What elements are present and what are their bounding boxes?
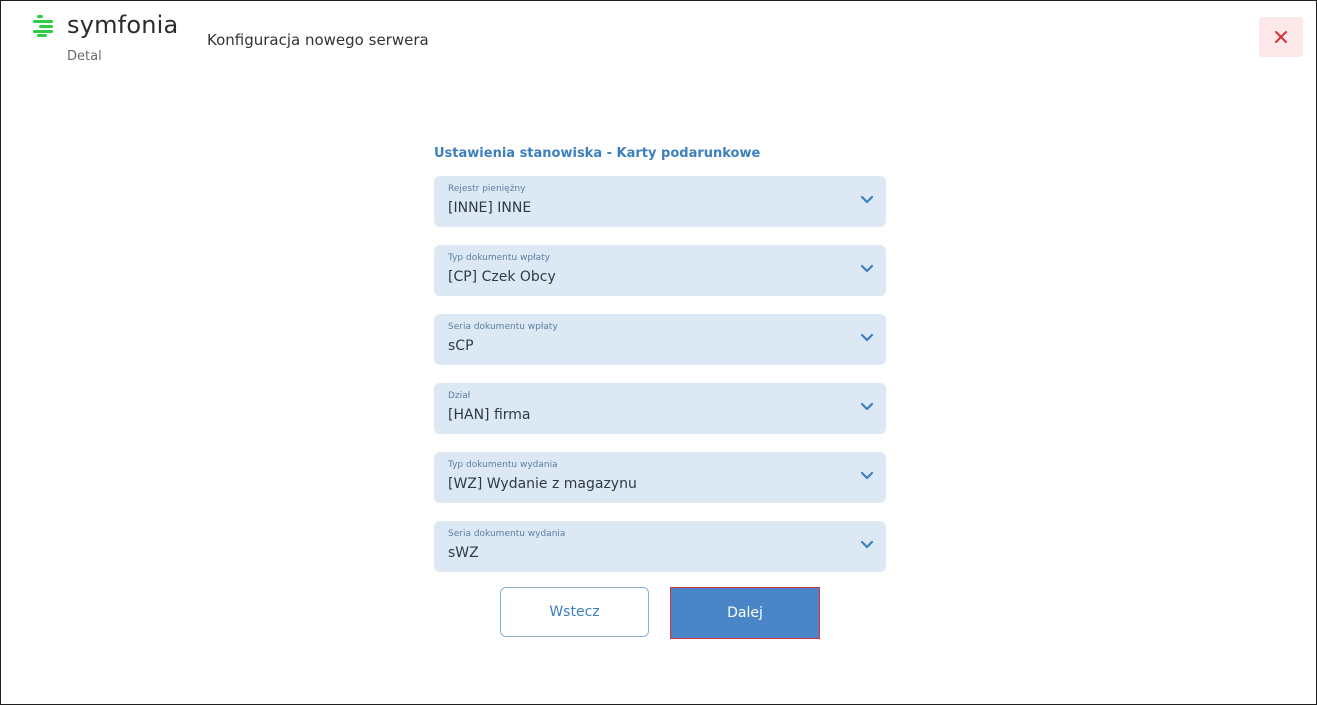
field-value: [CP] Czek Obcy [448, 269, 556, 285]
issue-document-series-select[interactable]: Seria dokumentu wydania sWZ [434, 521, 886, 572]
close-icon [1275, 31, 1287, 43]
field-label: Seria dokumentu wpłaty [448, 322, 558, 332]
form-title: Ustawienia stanowiska - Karty podarunkow… [434, 146, 761, 161]
field-label: Seria dokumentu wydania [448, 529, 566, 539]
chevron-down-icon [860, 402, 874, 411]
cash-register-select[interactable]: Rejestr pieniężny [INNE] INNE [434, 176, 886, 227]
field-value: sWZ [448, 545, 479, 561]
field-value: [INNE] INNE [448, 200, 532, 216]
chevron-down-icon [860, 264, 874, 273]
logo-subtitle: Detal [67, 49, 102, 64]
chevron-down-icon [860, 195, 874, 204]
field-label: Typ dokumentu wydania [448, 460, 558, 470]
chevron-down-icon [860, 471, 874, 480]
chevron-down-icon [860, 333, 874, 342]
next-button[interactable]: Dalej [670, 587, 820, 639]
payment-document-series-select[interactable]: Seria dokumentu wpłaty sCP [434, 314, 886, 365]
logo-text: symfonia [67, 11, 179, 39]
symfonia-logo-icon [33, 15, 53, 37]
payment-document-type-select[interactable]: Typ dokumentu wpłaty [CP] Czek Obcy [434, 245, 886, 296]
back-button[interactable]: Wstecz [500, 587, 649, 637]
field-label: Rejestr pieniężny [448, 184, 526, 194]
field-value: [WZ] Wydanie z magazynu [448, 476, 637, 492]
brand-logo: symfonia Detal [33, 11, 183, 71]
field-label: Dział [448, 391, 471, 401]
issue-document-type-select[interactable]: Typ dokumentu wydania [WZ] Wydanie z mag… [434, 452, 886, 503]
app-window: symfonia Detal Konfiguracja nowego serwe… [0, 0, 1317, 705]
field-value: [HAN] firma [448, 407, 531, 423]
department-select[interactable]: Dział [HAN] firma [434, 383, 886, 434]
page-title: Konfiguracja nowego serwera [207, 31, 429, 49]
field-label: Typ dokumentu wpłaty [448, 253, 550, 263]
close-button[interactable] [1259, 17, 1303, 57]
chevron-down-icon [860, 540, 874, 549]
field-value: sCP [448, 338, 474, 354]
